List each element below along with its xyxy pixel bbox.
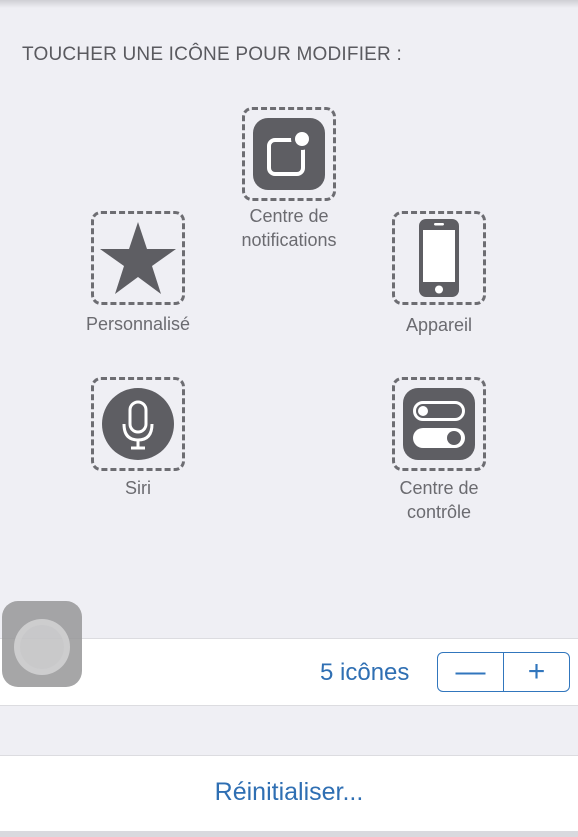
reset-button[interactable]: Réinitialiser...	[0, 778, 578, 807]
slot-custom[interactable]	[91, 211, 185, 305]
icon-count-stepper[interactable]: — +	[437, 652, 570, 692]
slot-siri-label: Siri	[125, 478, 151, 498]
icon-count-row: 5 icônes — +	[0, 638, 578, 706]
slot-device-label: Appareil	[405, 315, 473, 335]
top-shade	[0, 0, 578, 8]
star-icon	[100, 222, 176, 294]
slot-device[interactable]	[392, 211, 486, 305]
slot-control-center[interactable]	[392, 377, 486, 471]
microphone-icon	[102, 388, 174, 460]
slot-siri[interactable]	[91, 377, 185, 471]
iphone-icon	[419, 219, 459, 297]
assistive-touch-button[interactable]	[2, 601, 82, 687]
increment-button[interactable]: +	[504, 653, 569, 691]
reset-row[interactable]: Réinitialiser...	[0, 755, 578, 831]
slot-control-center-label: Centre de contrôle	[399, 478, 479, 522]
slot-notifications[interactable]	[242, 107, 336, 201]
notification-center-icon	[253, 118, 325, 190]
icon-count-label: 5 icônes	[320, 659, 410, 686]
page-title: TOUCHER UNE ICÔNE POUR MODIFIER :	[22, 44, 402, 65]
bottom-edge	[0, 831, 578, 837]
assistive-touch-icon	[14, 619, 70, 675]
slot-custom-label: Personnalisé	[85, 314, 191, 334]
slot-notifications-label: Centre de notifications	[241, 206, 337, 250]
decrement-button[interactable]: —	[438, 653, 504, 691]
toggles-icon	[403, 388, 475, 460]
